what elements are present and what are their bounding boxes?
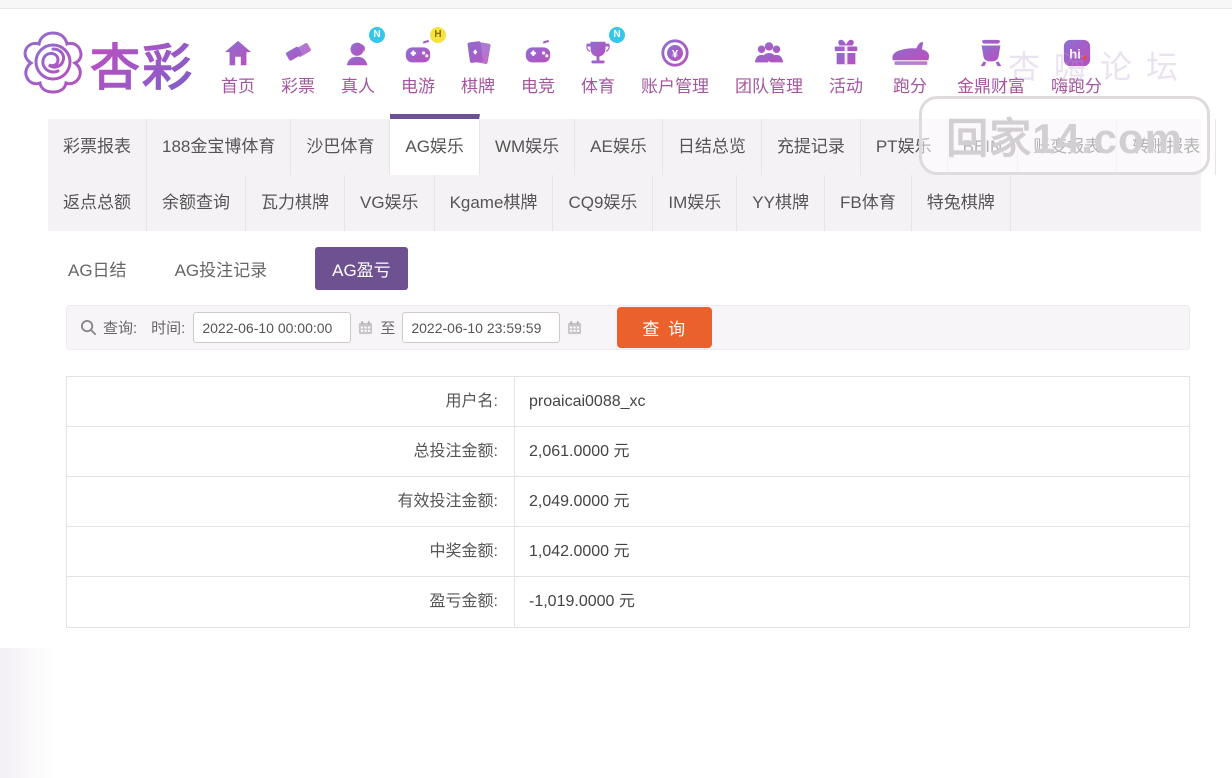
nav-item-live[interactable]: N 真人	[341, 26, 385, 97]
tab-chongti-jilu[interactable]: 充提记录	[762, 119, 861, 175]
brand-flower-icon	[20, 29, 86, 100]
subtab-ag-touzhu-jilu[interactable]: AG投注记录	[175, 256, 268, 281]
tab-vg-yule[interactable]: VG娱乐	[345, 175, 435, 231]
table-row-win-amount: 中奖金额: 1,042.0000 元	[67, 527, 1189, 577]
nav-item-esports[interactable]: 电竞	[521, 32, 555, 97]
esports-gamepad-icon	[522, 32, 554, 68]
row-value: 1,042.0000 元	[514, 527, 1189, 576]
tab-zhangbian-baobiao[interactable]: 账变报表	[1018, 119, 1118, 175]
content: 彩票报表 188金宝博体育 沙巴体育 AG娱乐 WM娱乐 AE娱乐 日结总览 充…	[48, 114, 1217, 628]
bottom-left-decor	[0, 648, 54, 778]
row-label: 总投注金额:	[413, 443, 498, 460]
time-label: 时间:	[151, 320, 186, 337]
badge-h: H	[430, 26, 446, 43]
tabs-row-2: 返点总额 余额查询 瓦力棋牌 VG娱乐 Kgame棋牌 CQ9娱乐 IM娱乐 Y…	[48, 175, 1201, 231]
tab-fb-tiyu[interactable]: FB体育	[825, 175, 912, 231]
tabs-row-1: 彩票报表 188金宝博体育 沙巴体育 AG娱乐 WM娱乐 AE娱乐 日结总览 充…	[48, 114, 1217, 175]
gamepad-icon: H	[402, 26, 446, 68]
brand-logo[interactable]: 杏彩	[20, 28, 194, 100]
tab-fandian-zonge[interactable]: 返点总额	[48, 175, 147, 231]
rhino-icon	[889, 32, 931, 68]
nav-item-lottery[interactable]: 彩票	[281, 32, 315, 97]
nav-item-paofen[interactable]: 跑分	[889, 32, 931, 97]
page: 杏彩 首页 彩票 N 真人 H 电游 棋牌 电竞 N 体育 ¥ 账户管理 团队管…	[0, 0, 1232, 778]
subtab-ag-yingkui[interactable]: AG盈亏	[315, 246, 408, 290]
tab-yy-qipai[interactable]: YY棋牌	[737, 175, 825, 231]
team-icon	[753, 32, 785, 68]
nav-item-activity[interactable]: 活动	[829, 32, 863, 97]
row-label: 用户名:	[445, 393, 498, 410]
date-from-input[interactable]	[193, 312, 352, 343]
hi-app-icon: hi	[1062, 32, 1092, 68]
brand-name: 杏彩	[90, 28, 194, 100]
nav-item-team[interactable]: 团队管理	[735, 32, 803, 97]
svg-text:¥: ¥	[672, 48, 679, 60]
tab-yue-chaxun[interactable]: 余额查询	[147, 175, 246, 231]
nav-item-egames[interactable]: H 电游	[401, 26, 446, 97]
query-label: 查询:	[103, 320, 138, 337]
row-value: proaicai0088_xc	[514, 377, 1189, 426]
row-value: 2,049.0000 元	[514, 477, 1189, 526]
row-label: 中奖金额:	[429, 543, 498, 560]
live-person-icon: N	[343, 26, 385, 68]
nav-item-sports[interactable]: N 体育	[581, 26, 625, 97]
report-table: 用户名: proaicai0088_xc 总投注金额: 2,061.0000 元…	[66, 376, 1190, 628]
trophy-icon: N	[583, 26, 625, 68]
tab-pt-yule[interactable]: PT娱乐	[861, 119, 948, 175]
tab-wm-yule[interactable]: WM娱乐	[480, 119, 576, 175]
tab-rijie-zonglan[interactable]: 日结总览	[663, 119, 762, 175]
nav-item-hipaofen[interactable]: hi 嗨跑分	[1051, 32, 1102, 97]
cards-icon	[464, 32, 492, 68]
wealth-ding-icon	[976, 32, 1006, 68]
tab-zhuanzhang-baobiao[interactable]: 转账报表	[1117, 119, 1217, 175]
gift-icon	[831, 32, 861, 68]
nav-item-wealth[interactable]: 金鼎财富	[957, 32, 1025, 97]
table-row-total-bet: 总投注金额: 2,061.0000 元	[67, 427, 1189, 477]
tab-wali-qipai[interactable]: 瓦力棋牌	[246, 175, 345, 231]
query-button[interactable]: 查 询	[617, 307, 713, 348]
tab-tetu-qipai[interactable]: 特兔棋牌	[912, 175, 1011, 231]
tab-188jinbaobo-tiyu[interactable]: 188金宝博体育	[147, 119, 292, 175]
tab-shaba-tiyu[interactable]: 沙巴体育	[291, 119, 391, 175]
row-label: 有效投注金额:	[397, 493, 498, 510]
tab-ag-yule[interactable]: AG娱乐	[390, 114, 480, 175]
table-row-valid-bet: 有效投注金额: 2,049.0000 元	[67, 477, 1189, 527]
tab-im-yule[interactable]: IM娱乐	[653, 175, 738, 231]
to-label: 至	[380, 320, 396, 337]
row-value: -1,019.0000 元	[514, 577, 1189, 627]
main-nav: 首页 彩票 N 真人 H 电游 棋牌 电竞 N 体育 ¥ 账户管理 团队管理 活…	[208, 26, 1115, 97]
tab-kgame-qipai[interactable]: Kgame棋牌	[435, 175, 554, 231]
nav-item-home[interactable]: 首页	[221, 32, 255, 97]
calendar-icon[interactable]	[567, 320, 582, 335]
search-icon	[80, 319, 97, 336]
tab-cq9-yule[interactable]: CQ9娱乐	[553, 175, 654, 231]
nav-item-cards[interactable]: 棋牌	[461, 32, 495, 97]
badge-n: N	[609, 26, 625, 43]
nav-item-account[interactable]: ¥ 账户管理	[641, 32, 709, 97]
table-row-profit-loss: 盈亏金额: -1,019.0000 元	[67, 577, 1189, 627]
query-bar: 查询: 时间: 至 查 询	[66, 305, 1190, 350]
tab-bbin[interactable]: BBIN	[948, 119, 1019, 175]
header: 杏彩 首页 彩票 N 真人 H 电游 棋牌 电竞 N 体育 ¥ 账户管理 团队管…	[0, 9, 1232, 119]
tab-caipiao-baobiao[interactable]: 彩票报表	[48, 119, 147, 175]
subtab-ag-rijie[interactable]: AG日结	[68, 256, 127, 281]
calendar-icon[interactable]	[358, 320, 373, 335]
subtabs: AG日结 AG投注记录 AG盈亏	[48, 239, 1201, 297]
account-coin-icon: ¥	[660, 32, 690, 68]
svg-text:hi: hi	[1069, 46, 1081, 61]
top-strip	[0, 0, 1232, 9]
table-row-username: 用户名: proaicai0088_xc	[67, 377, 1189, 427]
date-to-input[interactable]	[402, 312, 561, 343]
row-label: 盈亏金额:	[429, 593, 498, 610]
ticket-icon	[283, 32, 313, 68]
row-value: 2,061.0000 元	[514, 427, 1189, 476]
tab-ae-yule[interactable]: AE娱乐	[575, 119, 663, 175]
badge-n: N	[369, 26, 385, 43]
home-icon	[223, 32, 253, 68]
